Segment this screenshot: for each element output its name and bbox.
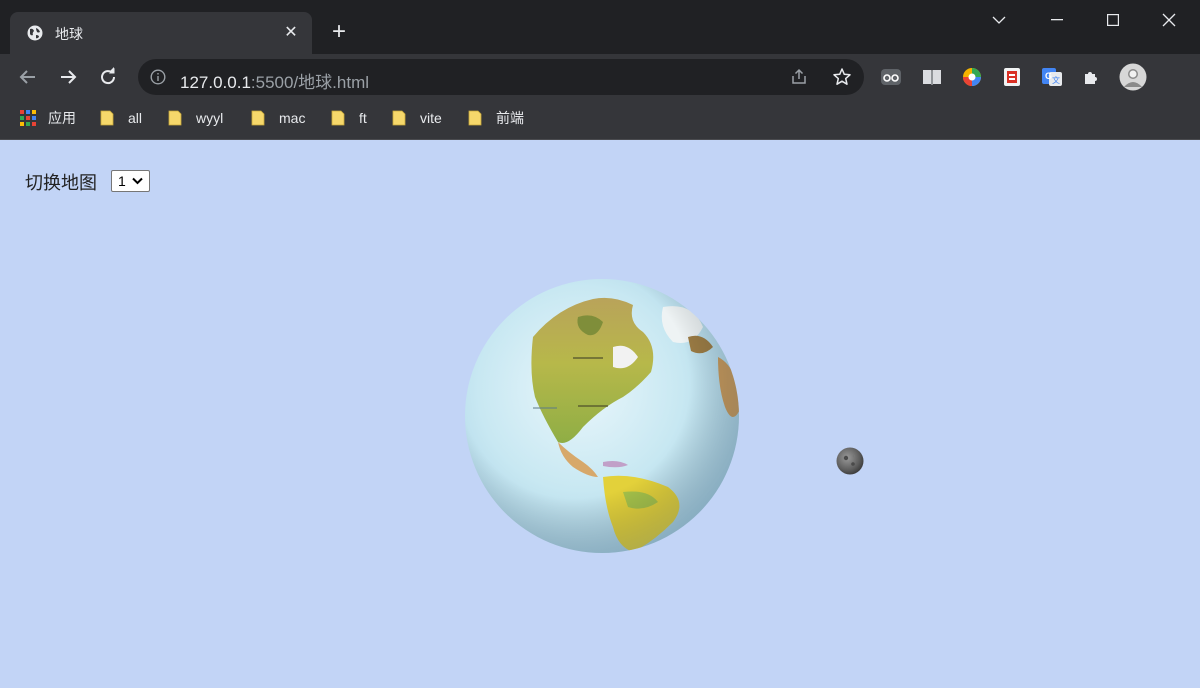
moon-sphere[interactable] — [836, 447, 864, 475]
tab-close-icon[interactable]: ✕ — [282, 24, 300, 42]
svg-text:G: G — [1045, 71, 1052, 81]
minimize-button[interactable] — [1034, 6, 1080, 34]
red-extension-icon[interactable] — [1000, 65, 1024, 89]
chevron-down-icon — [132, 177, 143, 185]
folder-icon — [251, 110, 265, 126]
maximize-button[interactable] — [1090, 6, 1136, 34]
bookmark-label: 前端 — [496, 110, 524, 126]
new-tab-button[interactable]: + — [326, 20, 352, 46]
info-icon[interactable] — [150, 69, 166, 85]
forward-button[interactable] — [56, 65, 80, 89]
share-icon[interactable] — [790, 68, 808, 86]
url-text: 127.0.0.1:5500/地球.html — [180, 68, 369, 93]
url-host: 127.0.0.1 — [180, 73, 251, 92]
chevron-down-icon — [992, 16, 1006, 24]
bookmark-folder-all[interactable]: all — [100, 108, 142, 128]
maximize-icon — [1107, 14, 1119, 26]
bookmark-label: mac — [279, 110, 306, 126]
folder-icon — [392, 110, 406, 126]
bookmark-star-icon[interactable] — [832, 67, 852, 87]
bookmark-folder-mac[interactable]: mac — [251, 108, 305, 128]
color-wheel-extension-icon[interactable] — [960, 65, 984, 89]
folder-icon — [331, 110, 345, 126]
bookmark-apps[interactable]: 应用 — [20, 108, 76, 128]
map-select[interactable]: 1 — [111, 170, 150, 192]
bookmark-folder-ft[interactable]: ft — [331, 108, 367, 128]
bookmark-label: all — [128, 110, 143, 126]
reader-extension-icon[interactable] — [879, 65, 903, 89]
bookmark-folder-frontend[interactable]: 前端 — [468, 108, 524, 128]
earth-globe[interactable] — [463, 277, 741, 555]
reload-button[interactable] — [96, 65, 120, 89]
arrow-right-icon — [61, 70, 77, 84]
toolbar: 127.0.0.1:5500/地球.html G文 — [0, 54, 1200, 100]
apps-grid-icon — [20, 110, 36, 126]
profile-avatar[interactable] — [1119, 63, 1147, 91]
back-button[interactable] — [16, 65, 40, 89]
folder-icon — [168, 110, 182, 126]
tab-strip: 地球 ✕ + — [0, 0, 1200, 54]
bookmark-label: 应用 — [48, 110, 76, 126]
bookmark-label: wyyl — [196, 110, 224, 126]
tab-title: 地球 — [55, 26, 83, 42]
tab-active[interactable]: 地球 ✕ — [10, 12, 312, 54]
google-translate-icon[interactable]: G文 — [1040, 65, 1064, 89]
close-icon — [1162, 13, 1176, 27]
minimize-icon — [1051, 19, 1063, 21]
arrow-left-icon — [19, 70, 35, 84]
switch-map-label: 切换地图 — [25, 173, 97, 193]
close-window-button[interactable] — [1146, 6, 1192, 34]
url-path: :5500/地球.html — [250, 73, 370, 92]
browser-window: 地球 ✕ + 127.0.0.1:5500/地球.html G 文 应用 all… — [0, 0, 1200, 688]
bookmark-folder-vite[interactable]: vite — [392, 108, 442, 128]
reload-icon — [101, 67, 116, 85]
folder-icon — [100, 110, 114, 126]
folder-icon — [468, 110, 482, 126]
bookmark-label: ft — [359, 110, 367, 126]
bookmark-folder-wyyl[interactable]: wyyl — [168, 108, 223, 128]
bookmark-label: vite — [420, 110, 442, 126]
extensions-puzzle-icon[interactable] — [1080, 65, 1104, 89]
translate-book-extension-icon[interactable] — [920, 65, 944, 89]
address-bar[interactable]: 127.0.0.1:5500/地球.html — [138, 59, 864, 95]
bookmarks-bar: 应用 all wyyl mac ft vite 前端 — [0, 100, 1200, 140]
globe-icon — [27, 25, 43, 41]
svg-text:文: 文 — [1052, 75, 1060, 85]
page-viewport: 切换地图 1 — [0, 140, 1200, 688]
map-select-value: 1 — [118, 173, 126, 189]
tab-search-button[interactable] — [976, 6, 1022, 34]
